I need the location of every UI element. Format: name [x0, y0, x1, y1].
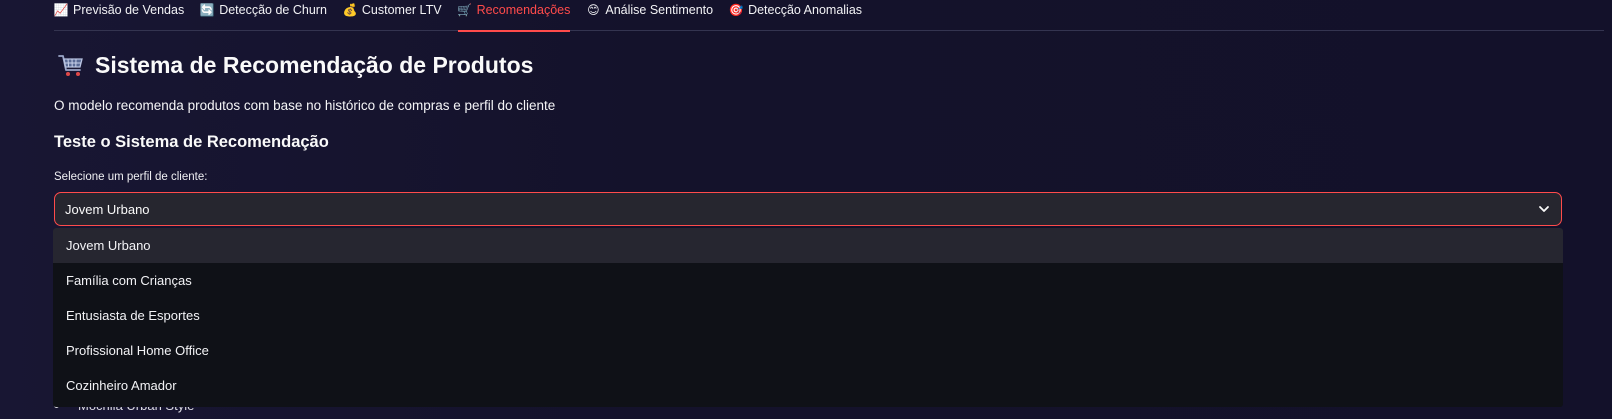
select-value: Jovem Urbano: [65, 201, 150, 217]
tab-analise-sentimento[interactable]: 😊 Análise Sentimento: [586, 0, 713, 31]
page-title: Sistema de Recomendação de Produtos: [57, 52, 533, 79]
dropdown-option[interactable]: Cozinheiro Amador: [53, 368, 1563, 403]
section-title: Teste o Sistema de Recomendação: [54, 133, 329, 151]
app-container: 📈 Previsão de Vendas 🔄 Detecção de Churn…: [0, 0, 1612, 419]
dropdown-option[interactable]: Entusiasta de Esportes: [53, 298, 1563, 333]
select-label: Selecione um perfil de cliente:: [54, 171, 208, 183]
page-subtitle: O modelo recomenda produtos com base no …: [54, 98, 556, 113]
smile-icon: 😊: [587, 3, 600, 17]
dropdown-option[interactable]: Família com Crianças: [53, 263, 1563, 298]
tab-previsao-vendas[interactable]: 📈 Previsão de Vendas: [53, 0, 185, 31]
target-icon: 🎯: [728, 3, 744, 17]
profile-select[interactable]: Jovem Urbano: [54, 192, 1562, 226]
cart-icon: 🛒: [457, 3, 473, 17]
tab-label: Customer LTV: [361, 3, 442, 17]
tab-recomendacoes[interactable]: 🛒 Recomendações: [457, 0, 571, 32]
page-title-text: Sistema de Recomendação de Produtos: [95, 52, 534, 78]
refresh-icon: 🔄: [199, 3, 215, 17]
tab-label: Detecção Anomalias: [748, 3, 863, 17]
dropdown-menu: Jovem Urbano Família com Crianças Entusi…: [53, 228, 1563, 407]
tab-label: Recomendações: [476, 3, 571, 17]
tab-deteccao-churn[interactable]: 🔄 Detecção de Churn: [200, 0, 327, 31]
dropdown-option[interactable]: Profissional Home Office: [53, 333, 1563, 368]
tab-label: Previsão de Vendas: [73, 3, 185, 17]
tab-deteccao-anomalias[interactable]: 🎯 Detecção Anomalias: [729, 0, 862, 31]
tab-bar: 📈 Previsão de Vendas 🔄 Detecção de Churn…: [53, 0, 1604, 32]
cart-icon: [57, 53, 85, 79]
tab-label: Análise Sentimento: [605, 3, 714, 17]
chart-up-icon: 📈: [53, 3, 69, 17]
tab-customer-ltv[interactable]: 💰 Customer LTV: [342, 0, 442, 31]
tab-label: Detecção de Churn: [219, 3, 327, 17]
chevron-down-icon[interactable]: [1537, 202, 1551, 216]
dropdown-option[interactable]: Jovem Urbano: [53, 228, 1563, 263]
money-bag-icon: 💰: [342, 3, 358, 17]
